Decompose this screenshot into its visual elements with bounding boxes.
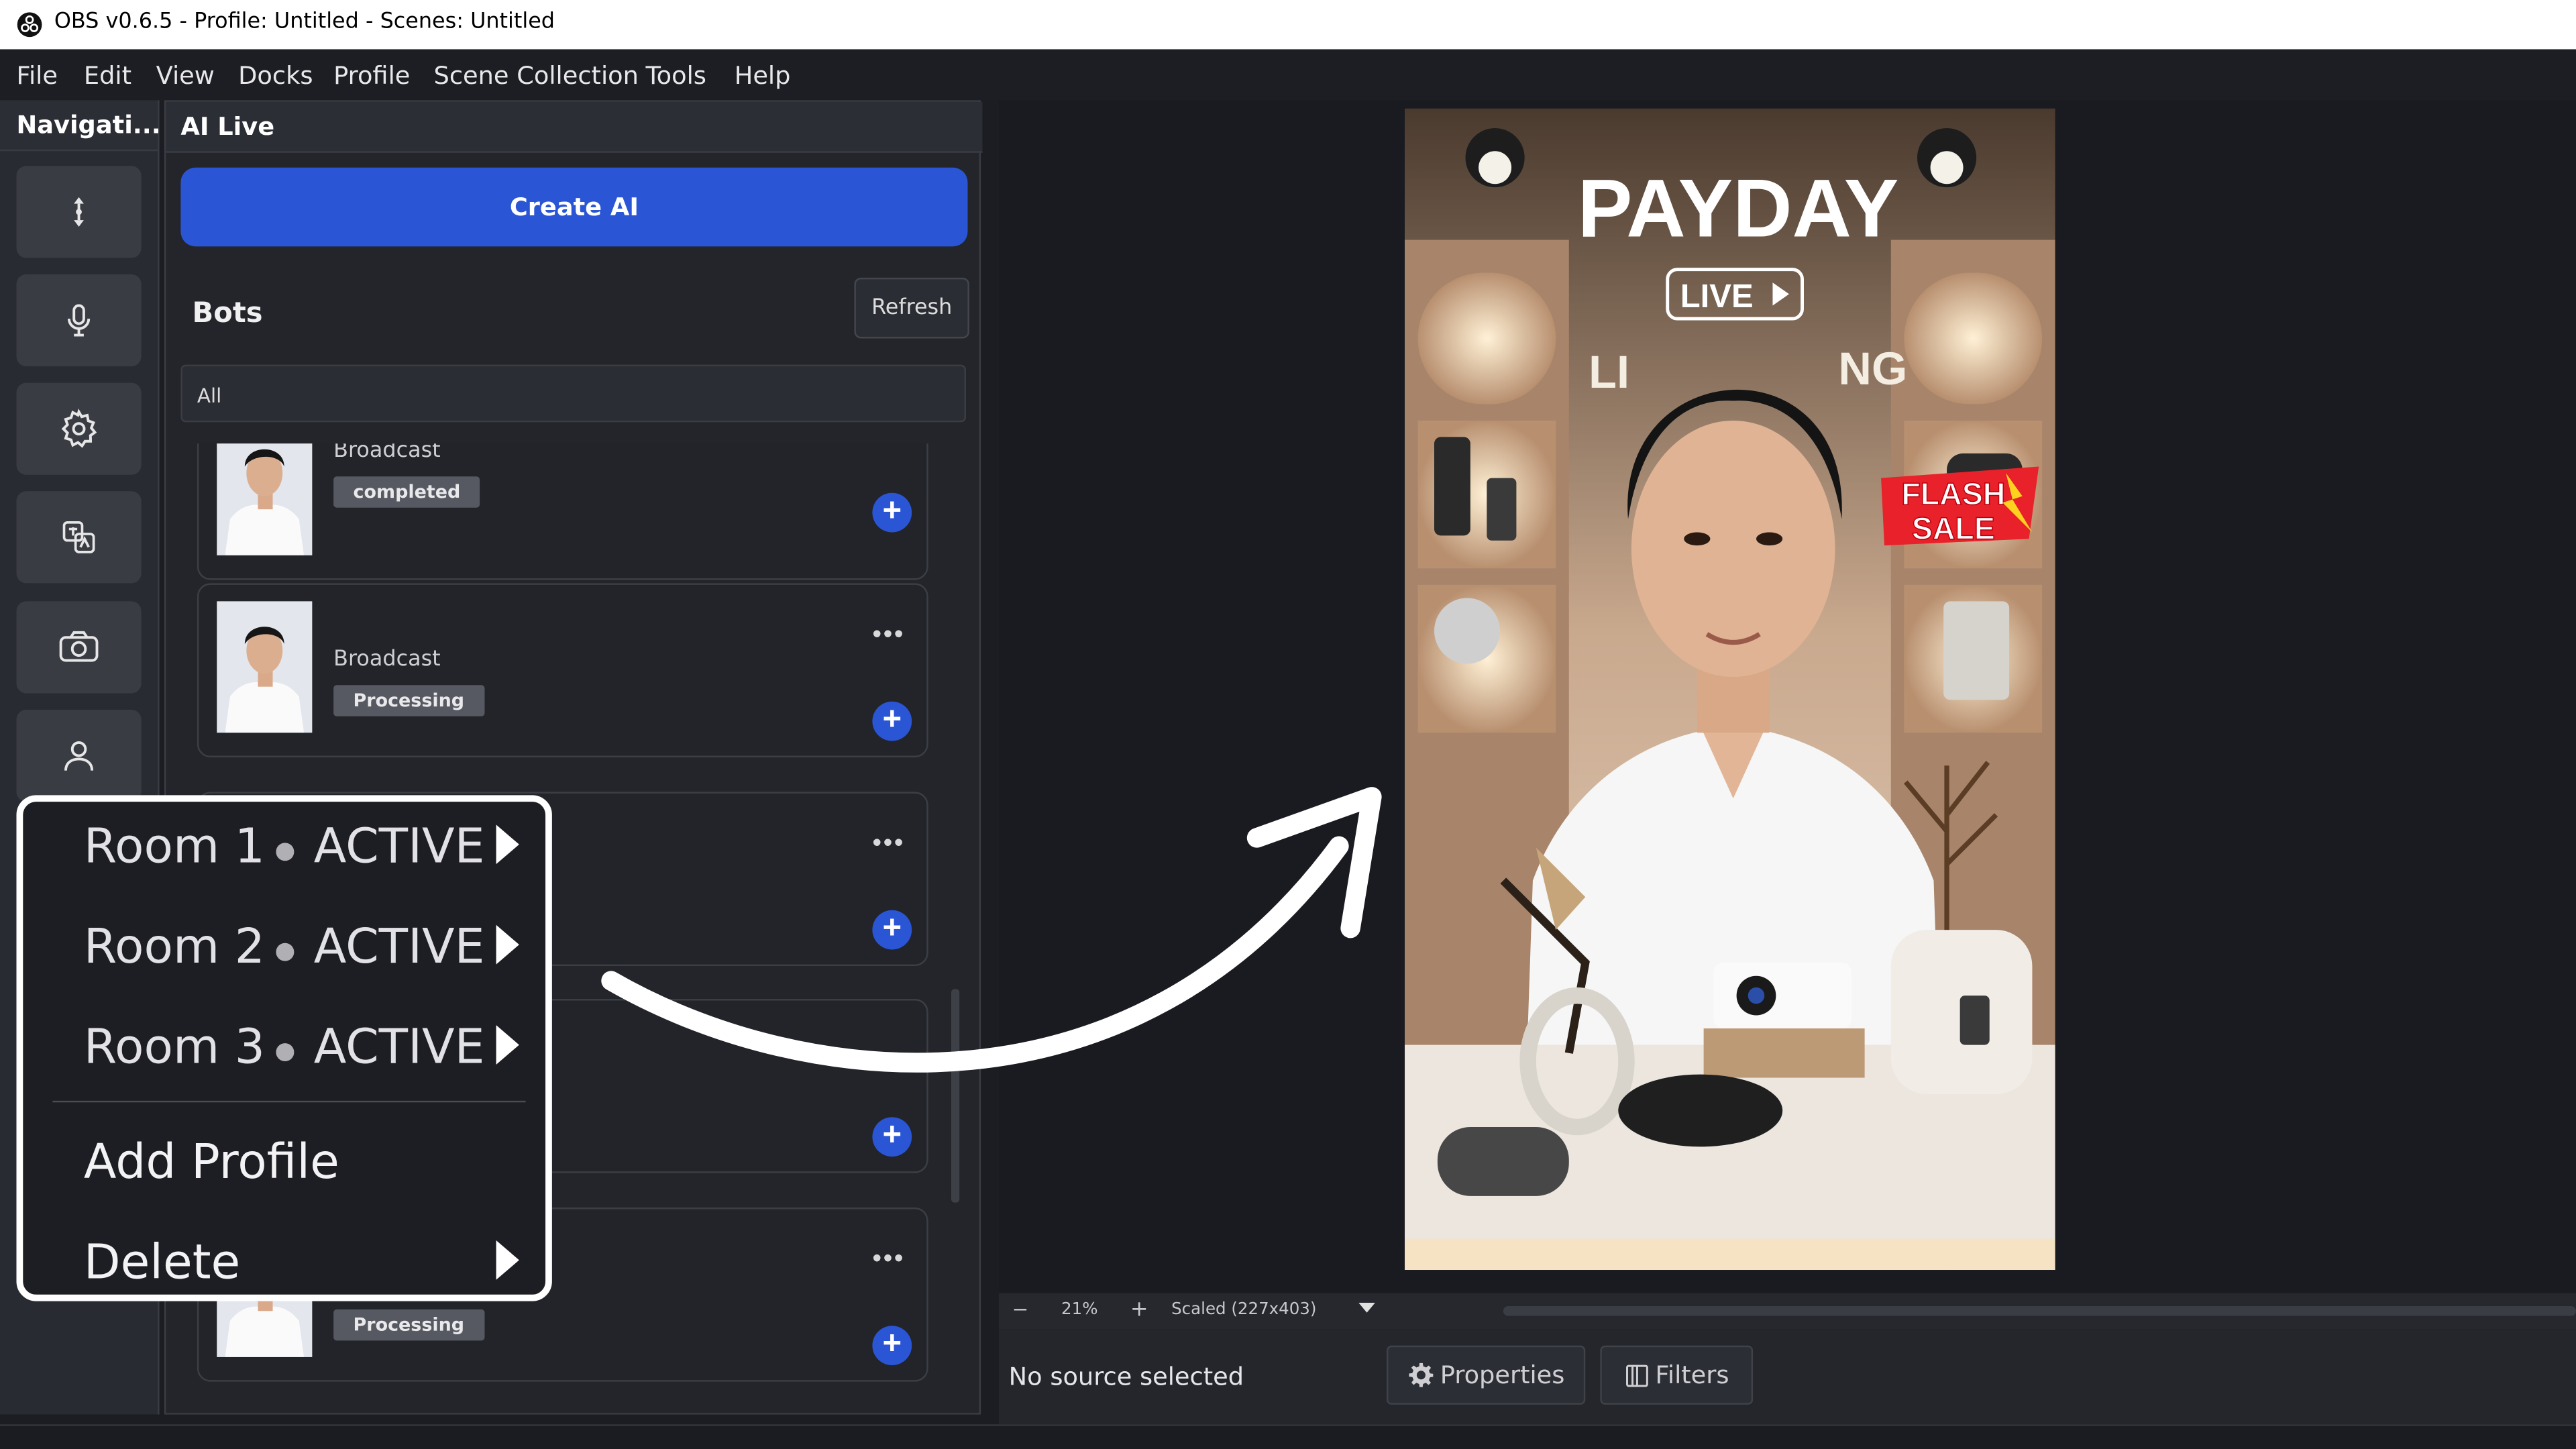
bots-title: Bots [192,297,263,331]
preview-headline: PAYDAY [1578,162,1899,254]
move-arrows-icon [74,197,84,227]
filters-icon [1625,1364,1648,1387]
room-2-status: ACTIVE [313,918,485,975]
status-badge: Processing [333,685,484,716]
bot-filter-select[interactable]: All [180,364,967,423]
properties-label: Properties [1440,1360,1565,1390]
menu-tools[interactable]: Tools [645,61,706,91]
window-title: OBS v0.6.5 - Profile: Untitled - Scenes:… [54,9,555,35]
zoom-value: 21% [1061,1301,1098,1320]
add-icon[interactable]: + [872,701,912,741]
submenu-arrow-icon[interactable] [496,824,519,865]
menu-file[interactable]: File [16,61,57,91]
status-dot-icon [276,843,294,861]
bot-avatar [217,601,313,733]
room-2-item[interactable]: Room 2 [84,918,265,974]
source-toolbar: No source selected Properties Filters [998,1329,2576,1425]
preview-canvas[interactable]: PAYDAY LIVE LI NG FLASH SALE [1404,108,2055,1271]
refresh-button[interactable]: Refresh [854,277,969,339]
navigation-title: Navigati... [16,110,161,140]
add-icon[interactable]: + [872,1326,912,1366]
bot-name: Broadcast [333,443,441,464]
zoom-out-button[interactable]: − [1012,1298,1029,1321]
navigation-header: Navigati... [0,100,161,152]
nav-translate-button[interactable] [16,491,142,584]
more-options-icon[interactable]: ••• [872,1245,905,1275]
add-icon[interactable]: + [872,1117,912,1157]
gear-icon [1408,1362,1433,1387]
gear-icon [61,408,97,448]
camera-icon [59,631,99,662]
room-3-status: ACTIVE [313,1018,485,1075]
menu-edit[interactable]: Edit [84,61,131,91]
ai-live-title: AI Live [180,111,275,142]
preview-scene: PAYDAY LIVE LI NG FLASH SALE [1404,108,2055,1271]
room-3-item[interactable]: Room 3 [84,1018,265,1074]
status-bar [0,1424,2576,1449]
more-options-icon[interactable]: ••• [872,621,905,651]
properties-button[interactable]: Properties [1386,1345,1586,1405]
delete-item[interactable]: Delete [84,1234,240,1289]
room-1-item[interactable]: Room 1 [84,818,265,874]
bot-card[interactable]: Broadcast Processing ••• + [197,583,928,757]
preview-text-right: NG [1838,343,1907,394]
user-icon [64,741,94,771]
create-ai-button[interactable]: Create AI [180,167,968,247]
status-badge: completed [333,476,480,508]
bot-name: Broadcast [333,647,441,672]
filters-label: Filters [1655,1360,1729,1390]
nav-camera-button[interactable] [16,601,142,694]
menu-view[interactable]: View [156,61,215,91]
ai-live-header: AI Live [166,101,983,153]
status-dot-icon [276,1043,294,1062]
menu-profile[interactable]: Profile [333,61,410,91]
add-profile-item[interactable]: Add Profile [84,1134,339,1189]
menu-help[interactable]: Help [735,61,791,91]
room-context-menu: Room 1 ACTIVE Room 2 ACTIVE Room 3 ACTIV… [16,795,552,1301]
bot-card[interactable]: Broadcast completed + [197,443,928,580]
nav-profile-button[interactable] [16,709,142,802]
submenu-arrow-icon[interactable] [496,1025,519,1065]
menu-bar: File Edit View Docks Profile Scene Colle… [0,49,2576,101]
submenu-arrow-icon[interactable] [496,1240,519,1280]
zoom-in-button[interactable]: + [1130,1298,1148,1323]
preview-flash-line1: FLASH [1901,476,2005,511]
preview-flash-line2: SALE [1912,511,1995,545]
preview-live-badge: LIVE [1680,278,1754,315]
annotation-arrow [601,787,1382,1073]
nav-move-button[interactable] [16,166,142,258]
microphone-icon [67,304,91,337]
bot-avatar [217,443,313,555]
scale-mode-label: Scaled (227x403) [1171,1301,1317,1320]
translate-icon [62,521,95,553]
scale-dropdown-icon[interactable] [1358,1303,1375,1313]
add-icon[interactable]: + [872,492,912,533]
filters-button[interactable]: Filters [1600,1345,1754,1405]
status-badge: Processing [333,1309,484,1341]
menu-docks[interactable]: Docks [238,61,313,91]
submenu-arrow-icon[interactable] [496,924,519,965]
status-dot-icon [276,943,294,961]
room-1-status: ACTIVE [313,818,485,874]
obs-logo-icon [17,12,42,38]
no-source-label: No source selected [1008,1362,1244,1392]
preview-text-left: LI [1589,346,1629,398]
menu-divider [52,1100,526,1103]
zoom-bar: − 21% + Scaled (227x403) [998,1293,2576,1330]
nav-microphone-button[interactable] [16,274,142,367]
nav-settings-button[interactable] [16,382,142,475]
menu-scene-collection[interactable]: Scene Collection [434,61,639,91]
preview-horizontal-scrollbar[interactable] [1503,1305,2576,1316]
title-bar: OBS v0.6.5 - Profile: Untitled - Scenes:… [0,0,2576,50]
